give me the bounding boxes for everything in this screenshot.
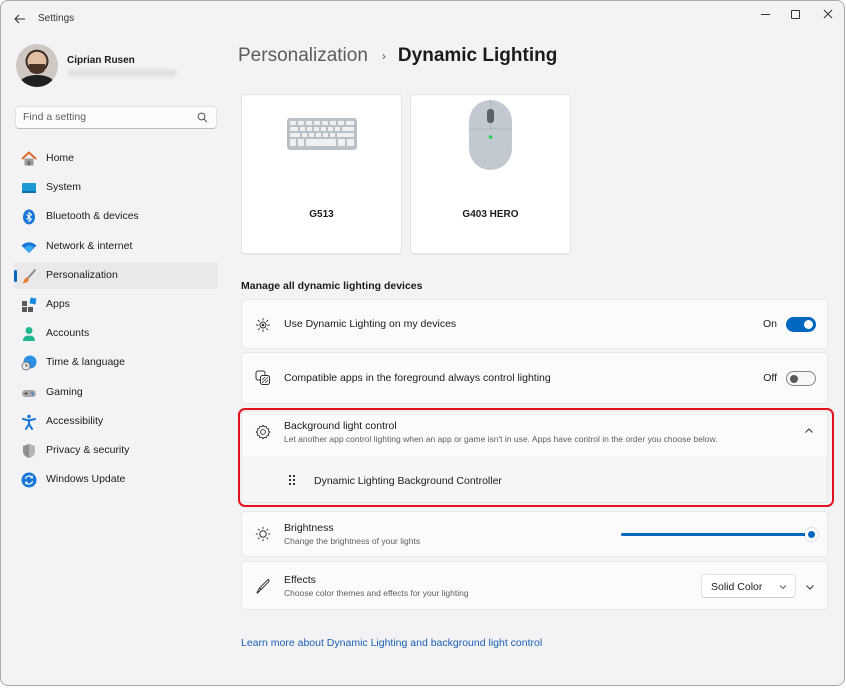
sidebar-item-time-language[interactable]: Time & language [14, 349, 218, 376]
apps-icon [22, 297, 37, 312]
system-icon [22, 183, 36, 194]
breadcrumb-parent[interactable]: Personalization [238, 45, 368, 67]
minimize-icon [760, 13, 770, 15]
user-email-blurred [67, 69, 177, 77]
sidebar-item-network[interactable]: Network & internet [14, 233, 218, 260]
maximize-button[interactable] [780, 5, 810, 23]
brightness-slider[interactable] [621, 528, 818, 542]
globe-clock-icon [21, 355, 37, 371]
setting-effects[interactable]: Effects Choose color themes and effects … [241, 561, 828, 610]
setting-title: Use Dynamic Lighting on my devices [284, 318, 457, 330]
shield-icon [23, 443, 35, 458]
sidebar-item-label: Accessibility [46, 414, 104, 427]
search-icon[interactable] [197, 112, 208, 123]
dynamic-lighting-icon [256, 318, 270, 332]
chevron-down-icon [779, 585, 787, 590]
wifi-icon [21, 241, 37, 253]
keyboard-icon [287, 118, 357, 150]
home-icon [21, 151, 37, 166]
back-arrow-icon [14, 14, 25, 24]
sidebar-item-privacy-security[interactable]: Privacy & security [14, 437, 218, 464]
device-card-mouse[interactable]: G403 HERO [410, 94, 571, 254]
sidebar-item-personalization[interactable]: Personalization [14, 261, 218, 289]
sidebar-item-label: Apps [46, 297, 70, 310]
setting-title: Effects [284, 574, 316, 586]
sidebar-item-bluetooth[interactable]: Bluetooth & devices [14, 203, 218, 230]
brightness-icon [255, 526, 271, 542]
breadcrumb-separator-icon: › [381, 49, 386, 63]
setting-title: Compatible apps in the foreground always… [284, 372, 551, 384]
sidebar-item-label: Personalization [46, 268, 118, 281]
setting-description: Change the brightness of your lights [284, 536, 421, 546]
sidebar-item-label: Home [46, 152, 75, 164]
expand-chevron-icon[interactable] [805, 582, 815, 592]
app-title: Settings [38, 13, 75, 24]
sidebar-nav: Home System Bluetooth & devices Network … [14, 145, 218, 495]
annotation-highlight [238, 408, 834, 507]
sidebar-item-home[interactable]: Home [14, 145, 218, 172]
toggle-state-label: On [762, 318, 777, 330]
slider-thumb[interactable] [804, 528, 818, 541]
bluetooth-icon [23, 209, 35, 225]
sidebar-item-system[interactable]: System [14, 174, 218, 201]
accessibility-icon [22, 414, 36, 430]
brush-icon [22, 268, 37, 283]
toggle-state-label: Off [763, 372, 777, 384]
device-card-keyboard[interactable]: G513 [241, 94, 402, 254]
device-name: G513 [309, 209, 334, 220]
sidebar-item-label: Bluetooth & devices [46, 210, 139, 223]
effects-selected-value: Solid Color [711, 581, 763, 593]
close-button[interactable] [813, 5, 843, 23]
sidebar-item-label: System [46, 181, 82, 194]
sidebar-item-gaming[interactable]: Gaming [14, 379, 218, 406]
search-box[interactable] [15, 106, 217, 129]
page-title: Dynamic Lighting [397, 45, 558, 66]
search-input[interactable] [23, 111, 193, 123]
effects-dropdown[interactable]: Solid Color [701, 574, 796, 598]
settings-window: Settings Ciprian Rusen Home System Bluet… [0, 0, 845, 686]
account-icon [23, 327, 35, 342]
close-icon [823, 9, 833, 19]
avatar [16, 44, 58, 87]
setting-title: Brightness [284, 522, 334, 534]
section-title: Manage all dynamic lighting devices [241, 280, 423, 292]
sidebar-item-label: Gaming [46, 385, 83, 398]
breadcrumb: Personalization › Dynamic Lighting [238, 45, 557, 67]
setting-brightness: Brightness Change the brightness of your… [241, 511, 828, 557]
sidebar-item-label: Time & language [46, 356, 125, 369]
minimize-button[interactable] [750, 5, 780, 23]
sidebar-item-apps[interactable]: Apps [14, 291, 218, 318]
mouse-icon [469, 100, 512, 170]
sidebar-item-label: Windows Update [46, 473, 126, 486]
sidebar-item-label: Privacy & security [46, 443, 130, 456]
setting-compatible-apps: Compatible apps in the foreground always… [241, 352, 828, 404]
app-layers-icon [255, 370, 270, 385]
sidebar-item-accounts[interactable]: Accounts [14, 320, 218, 347]
sidebar-item-label: Accounts [46, 327, 90, 340]
user-name: Ciprian Rusen [67, 55, 135, 66]
slider-fill [621, 533, 811, 536]
update-icon [21, 472, 37, 488]
dynamic-lighting-toggle[interactable] [786, 317, 816, 332]
sidebar-item-windows-update[interactable]: Windows Update [14, 466, 218, 493]
learn-more-link[interactable]: Learn more about Dynamic Lighting and ba… [241, 637, 542, 649]
pen-icon [256, 578, 270, 594]
sidebar-item-accessibility[interactable]: Accessibility [14, 408, 218, 435]
title-bar: Settings [1, 1, 844, 37]
setting-description: Choose color themes and effects for your… [284, 588, 469, 598]
maximize-icon [790, 9, 800, 19]
device-name: G403 HERO [462, 209, 519, 220]
gamepad-icon [22, 389, 36, 397]
setting-use-dynamic-lighting: Use Dynamic Lighting on my devices On [241, 299, 828, 349]
sidebar-item-label: Network & internet [46, 239, 133, 252]
back-button[interactable] [11, 10, 29, 28]
compatible-apps-toggle[interactable] [786, 371, 816, 386]
